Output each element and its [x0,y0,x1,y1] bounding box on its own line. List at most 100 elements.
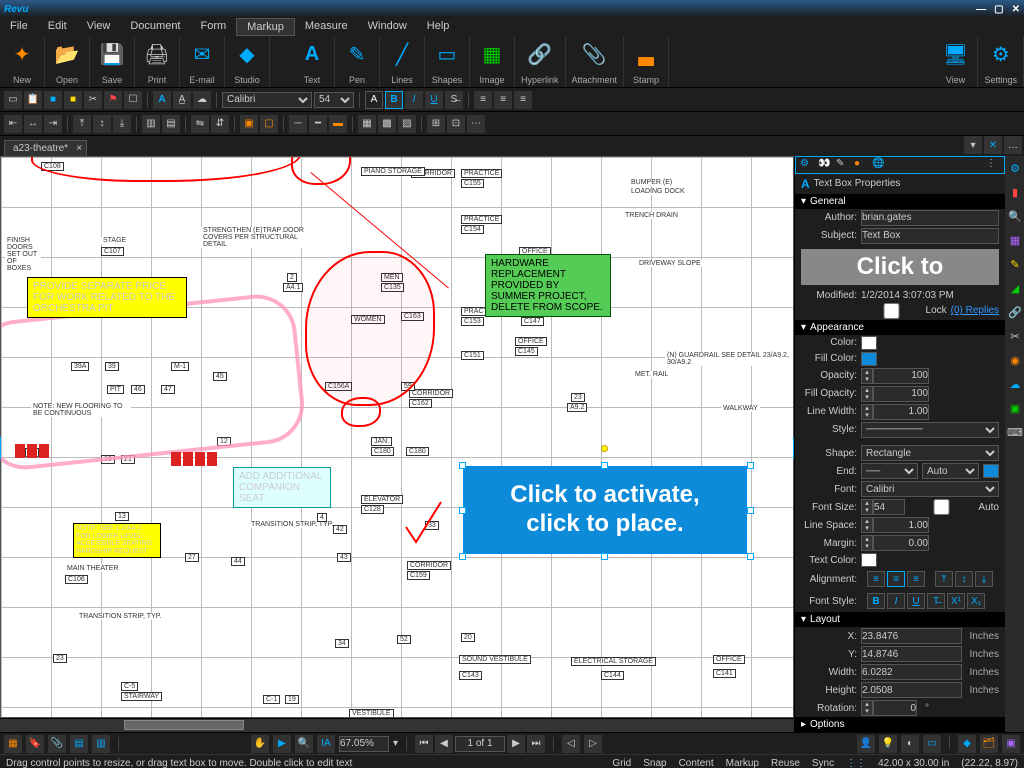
menu-form[interactable]: Form [191,18,237,36]
new-button[interactable]: ✦ [6,38,38,70]
callout-tool-icon[interactable]: A̲ [173,91,191,109]
snap-icon[interactable]: ⊡ [447,115,465,133]
pan-icon[interactable]: ✋ [251,735,269,753]
bookmarks-icon[interactable]: 🔖 [26,735,44,753]
align-t-icon[interactable]: ⤒ [73,115,91,133]
drawing-canvas[interactable]: C108 CORRIDOR PRACTICE C155 PIANO STORAG… [1,157,793,717]
page-icon[interactable]: ▭ [4,91,22,109]
resize-handle[interactable] [459,553,466,560]
attachment-button[interactable]: 📎 [578,38,610,70]
fillopacity-spinner[interactable]: ▴▾ [861,386,873,402]
pen-icon[interactable]: ✎ [836,158,850,172]
resize-handle[interactable] [747,507,754,514]
sb-markup[interactable]: Markup [726,758,759,768]
shape-select[interactable]: Rectangle [861,445,999,461]
last-page-icon[interactable]: ⏭ [527,735,545,753]
color-swatch[interactable] [861,336,877,350]
align-right-icon[interactable]: ≡ [514,91,532,109]
align-m-icon[interactable]: ↕ [93,115,111,133]
hyperlink-button[interactable]: 🔗 [524,38,556,70]
sb-grid[interactable]: Grid [612,758,631,768]
email-button[interactable]: ✉ [186,38,218,70]
menu-window[interactable]: Window [358,18,417,36]
lines-button[interactable]: ╱ [386,38,418,70]
print-button[interactable]: 🖨 [141,38,173,70]
menu-measure[interactable]: Measure [295,18,358,36]
fontsize-spinner[interactable]: ▴▾ [861,499,873,515]
section-options[interactable]: ▸ Options [795,717,1005,732]
highlight-icon[interactable]: ▬ [329,115,347,133]
dist-v-icon[interactable]: ▤ [162,115,180,133]
bold-button[interactable]: B [385,91,403,109]
align-l-icon[interactable]: ⇤ [4,115,22,133]
view-button[interactable]: 🖥 [939,38,971,70]
rail-link-icon[interactable]: 🔗 [1005,302,1024,322]
resize-handle[interactable] [459,462,466,469]
bold-btn[interactable]: B [867,593,885,609]
yellow-callout[interactable]: PROVIDE SEPARATE PRICE FOR WORK RELATED … [27,277,187,318]
section-appearance[interactable]: ▾ Appearance [795,320,1005,335]
sb-content[interactable]: Content [679,758,714,768]
document-tab[interactable]: a23-theatre* × [4,140,87,156]
align-c-icon[interactable]: ↔ [24,115,42,133]
hatch2-icon[interactable]: ▩ [378,115,396,133]
markups-icon[interactable]: 🗂 [980,735,998,753]
menu-document[interactable]: Document [120,18,190,36]
flip-v-icon[interactable]: ⇵ [211,115,229,133]
resize-handle[interactable] [601,462,608,469]
align-left-icon[interactable]: ≡ [474,91,492,109]
panel-menu-icon[interactable]: ⋮ [986,158,1000,172]
align-r-icon[interactable]: ⇥ [44,115,62,133]
rail-cloud-icon[interactable]: ☁ [1005,374,1024,394]
studio-button[interactable]: ◆ [231,38,263,70]
textbox-tool-icon[interactable]: A [153,91,171,109]
endstyle-select[interactable]: ── [861,463,918,479]
align-b-icon[interactable]: ⤓ [113,115,131,133]
font-select-prop[interactable]: Calibri [861,481,999,497]
fillopacity-input[interactable] [873,386,929,402]
rotate-handle[interactable] [601,445,608,452]
tab-dropdown-icon[interactable]: ▾ [964,136,982,154]
stamp-button[interactable]: ▃ [630,38,662,70]
rail-gear-icon[interactable]: ⚙ [1005,158,1024,178]
section-layout[interactable]: ▾ Layout [795,612,1005,627]
italic-btn[interactable]: I [887,593,905,609]
text-select-icon[interactable]: IA [317,735,335,753]
pen-button[interactable]: ✎ [341,38,373,70]
fontsize-select[interactable]: 54 [314,92,354,108]
next-page-icon[interactable]: ▶ [507,735,525,753]
hatch1-icon[interactable]: ▦ [358,115,376,133]
rail-check-icon[interactable]: ▣ [1005,398,1024,418]
resize-handle[interactable] [459,507,466,514]
tab-split-icon[interactable]: ✕ [984,136,1002,154]
tab-close-icon[interactable]: × [76,143,82,154]
valign-top-btn[interactable]: ⤒ [935,571,953,587]
rail-search-icon[interactable]: 🔍 [1005,206,1024,226]
cloud-tool-icon[interactable]: ☁ [193,91,211,109]
rotation-spinner[interactable]: ▴▾ [861,700,873,716]
align-center-btn[interactable]: ≡ [887,571,905,587]
zoom-input[interactable] [339,736,389,752]
linespace-input[interactable] [873,517,929,533]
margin-input[interactable] [873,535,929,551]
swatch-yellow-icon[interactable]: ■ [64,91,82,109]
endcolor-swatch[interactable] [983,464,999,478]
note-yellow-callout[interactable]: NOTE: SEE 1,2/A4.2 FOR LOWER LEVEL ACCES… [73,523,161,558]
sb-reuse[interactable]: Reuse [771,758,800,768]
swatch-blue-icon[interactable]: ■ [44,91,62,109]
first-page-icon[interactable]: ⏮ [415,735,433,753]
hatch3-icon[interactable]: ▨ [398,115,416,133]
underline-btn[interactable]: U [907,593,925,609]
tab-expand-icon[interactable]: … [1004,136,1022,154]
dim-icon[interactable]: ◐ [901,735,919,753]
linespace-spinner[interactable]: ▴▾ [861,517,873,533]
line-style-icon[interactable]: ─ [289,115,307,133]
eyes-icon[interactable]: 👀 [818,158,832,172]
grid-icon[interactable]: ⊞ [427,115,445,133]
sb-sync[interactable]: Sync [812,758,834,768]
linewidth-spinner[interactable]: ▴▾ [861,404,873,420]
rail-measure-icon[interactable]: ◢ [1005,278,1024,298]
selected-textbox[interactable]: Click to activate, click to place. [463,466,747,554]
align-left-btn[interactable]: ≡ [867,571,885,587]
cyan-callout[interactable]: ADD ADDITIONAL COMPANION SEAT [233,467,331,508]
